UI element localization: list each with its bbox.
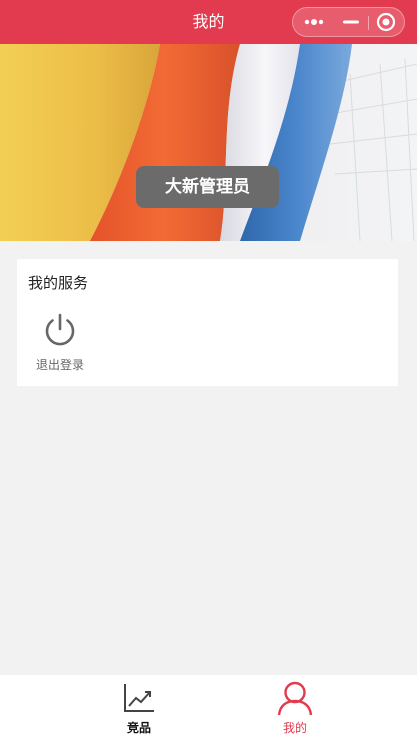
user-icon: [277, 681, 313, 716]
tab-mine[interactable]: 我的: [254, 675, 336, 740]
trend-chart-icon: [124, 684, 154, 712]
my-services-card: 我的服务 退出登录: [17, 259, 398, 386]
services-title: 我的服务: [28, 274, 89, 292]
profile-banner: 大新管理员: [0, 44, 417, 241]
tab-competitors-label: 竞品: [126, 721, 151, 735]
more-button[interactable]: [293, 8, 334, 36]
tab-mine-label: 我的: [282, 721, 307, 735]
logout-label: 退出登录: [35, 358, 84, 372]
logout-button[interactable]: 退出登录: [29, 309, 91, 377]
minimize-button[interactable]: [334, 8, 368, 36]
tab-bar: 竞品 我的: [0, 675, 417, 740]
more-dots-icon: [304, 19, 323, 25]
close-button[interactable]: [368, 8, 404, 36]
tab-competitors[interactable]: 竞品: [98, 675, 180, 740]
navigation-bar: 我的: [0, 0, 417, 44]
power-icon: [45, 313, 75, 346]
close-target-icon: [376, 12, 396, 32]
miniprogram-capsule: [292, 7, 405, 37]
minimize-icon: [343, 20, 359, 24]
username-badge: 大新管理员: [136, 166, 279, 208]
banner-fabric-image: [0, 44, 417, 241]
